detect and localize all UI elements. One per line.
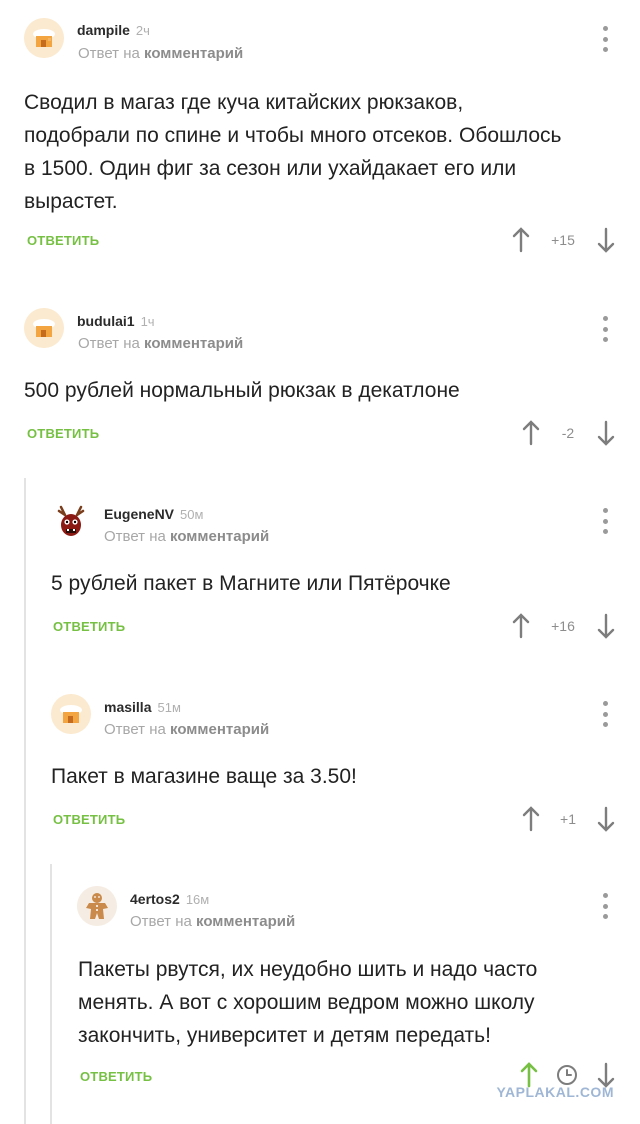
more-menu-icon[interactable]	[599, 316, 611, 342]
reply-meta: Ответ на комментарий	[78, 335, 244, 352]
comment-text: Пакеты рвутся, их неудобно шить и надо ч…	[78, 958, 538, 1047]
parent-comment-link[interactable]: комментарий	[196, 913, 295, 930]
comment-time: 51м	[157, 700, 181, 715]
more-menu-icon[interactable]	[599, 508, 611, 534]
author-name[interactable]: 4ertos2 16м	[130, 891, 209, 907]
upvote-arrow-icon[interactable]	[512, 613, 530, 639]
comment-text: 500 рублей нормальный рюкзак в декатлоне	[24, 379, 460, 402]
thread-line	[50, 864, 52, 1124]
comment-score: +15	[551, 232, 575, 248]
author-name[interactable]: dampile 2ч	[77, 22, 150, 38]
parent-comment-link[interactable]: комментарий	[144, 45, 243, 62]
upvote-arrow-icon[interactable]	[512, 227, 530, 253]
downvote-arrow-icon[interactable]	[597, 806, 615, 832]
reply-meta: Ответ на комментарий	[130, 913, 296, 930]
upvote-arrow-icon[interactable]	[522, 806, 540, 832]
more-menu-icon[interactable]	[599, 893, 611, 919]
comment-text: Пакет в магазине ваще за 3.50!	[51, 765, 357, 788]
house-avatar-icon[interactable]	[24, 308, 64, 348]
author-name[interactable]: EugeneNV 50м	[104, 506, 203, 522]
reply-meta: Ответ на комментарий	[78, 45, 244, 62]
comment-score: +16	[551, 618, 575, 634]
comment-time: 1ч	[140, 314, 155, 329]
reply-button[interactable]: ОТВЕТИТЬ	[80, 1069, 152, 1084]
downvote-arrow-icon[interactable]	[597, 613, 615, 639]
downvote-arrow-icon[interactable]	[597, 420, 615, 446]
reply-meta: Ответ на комментарий	[104, 721, 270, 738]
watermark: YAPLAKAL.COM	[496, 1084, 614, 1100]
reply-button[interactable]: ОТВЕТИТЬ	[53, 812, 125, 827]
parent-comment-link[interactable]: комментарий	[170, 721, 269, 738]
upvote-arrow-icon[interactable]	[522, 420, 540, 446]
reply-button[interactable]: ОТВЕТИТЬ	[27, 233, 99, 248]
author-name[interactable]: masilla 51м	[104, 699, 181, 715]
reply-button[interactable]: ОТВЕТИТЬ	[27, 426, 99, 441]
downvote-arrow-icon[interactable]	[597, 227, 615, 253]
comment-score: +1	[560, 811, 576, 827]
comment-score: -2	[561, 425, 575, 441]
more-menu-icon[interactable]	[599, 26, 611, 52]
reindeer-avatar-icon[interactable]	[51, 501, 91, 541]
house-avatar-icon[interactable]	[51, 694, 91, 734]
more-menu-icon[interactable]	[599, 701, 611, 727]
reply-meta: Ответ на комментарий	[104, 528, 270, 545]
reply-button[interactable]: ОТВЕТИТЬ	[53, 619, 125, 634]
parent-comment-link[interactable]: комментарий	[170, 528, 269, 545]
house-avatar-icon[interactable]	[24, 18, 64, 58]
comment-text: 5 рублей пакет в Магните или Пятёрочке	[51, 572, 451, 595]
comment-time: 16м	[185, 892, 210, 907]
thread-line	[24, 478, 26, 1124]
parent-comment-link[interactable]: комментарий	[144, 335, 243, 352]
gingerbread-avatar-icon[interactable]	[77, 886, 117, 926]
comment-time: 2ч	[135, 23, 150, 38]
author-name[interactable]: budulai1 1ч	[77, 313, 155, 329]
comment-time: 50м	[180, 507, 204, 522]
comment-text: Сводил в магаз где куча китайских рюкзак…	[24, 91, 562, 213]
